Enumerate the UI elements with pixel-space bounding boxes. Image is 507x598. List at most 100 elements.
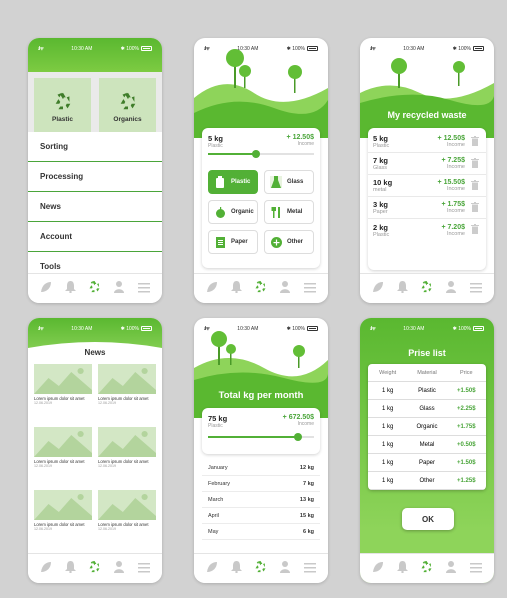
tab-bell[interactable] xyxy=(229,560,245,577)
amount-value: + 12.50$ xyxy=(437,135,465,142)
news-image-placeholder xyxy=(34,490,92,520)
menu-item-processing[interactable]: Processing xyxy=(28,162,162,192)
tab-recycle[interactable] xyxy=(419,280,435,297)
weight-slider[interactable] xyxy=(208,433,314,441)
price-cell: +1.75$ xyxy=(457,423,476,430)
delete-button[interactable] xyxy=(469,135,481,148)
news-date: 12.06.2019 xyxy=(98,464,116,469)
bell-icon xyxy=(397,280,409,298)
category-glass[interactable]: Glass xyxy=(264,170,314,194)
category-other[interactable]: Other xyxy=(264,230,314,254)
tab-menu[interactable] xyxy=(302,561,318,577)
amount-value: + 7.25$ xyxy=(441,157,465,164)
leaf-icon xyxy=(372,280,384,298)
tab-menu[interactable] xyxy=(468,561,484,577)
amount-row: 75 kg Plastic + 672.50$ Income xyxy=(202,408,320,429)
news-image-placeholder xyxy=(98,490,156,520)
status-time: 10:30 AM xyxy=(403,326,425,332)
ok-button[interactable]: OK xyxy=(402,508,454,530)
status-bar: .ıl ᯤ 10:30 AM ✱ 100% xyxy=(194,318,328,340)
kg-value: 13 kg xyxy=(299,496,314,503)
weight-slider[interactable] xyxy=(208,150,314,158)
user-icon xyxy=(446,560,457,578)
month-label: February xyxy=(208,480,231,487)
tab-leaf[interactable] xyxy=(38,281,54,297)
kg-value: 10 kg xyxy=(373,178,393,187)
category-organic[interactable]: Organic xyxy=(208,200,258,224)
category-paper[interactable]: Paper xyxy=(208,230,258,254)
tab-user[interactable] xyxy=(277,280,293,297)
list-item: 5 kg Plastic + 12.50$ Income xyxy=(368,131,486,153)
tab-bell[interactable] xyxy=(63,560,79,578)
tab-recycle[interactable] xyxy=(87,560,103,577)
tab-recycle[interactable] xyxy=(253,280,269,297)
delete-button[interactable] xyxy=(469,157,481,170)
paper-icon xyxy=(214,236,226,248)
column-header: Weight xyxy=(379,369,397,376)
weight-cell: 1 kg xyxy=(381,477,394,484)
price-list-screen: .ıl ᯤ 10:30 AM ✱ 100% Prise list Weight … xyxy=(360,318,494,583)
tab-recycle[interactable] xyxy=(253,560,269,577)
news-card[interactable]: Lorem ipsum dolor sit amet 12.06.2019 xyxy=(98,427,156,482)
news-card[interactable]: Lorem ipsum dolor sit amet 12.06.2019 xyxy=(98,490,156,545)
slider-handle[interactable] xyxy=(294,433,303,441)
slider-handle[interactable] xyxy=(251,150,260,158)
tab-bar xyxy=(194,273,328,303)
tab-user[interactable] xyxy=(277,560,293,577)
status-bar: .ıl ᯤ 10:30 AM ✱ 100% xyxy=(194,38,328,60)
tab-leaf[interactable] xyxy=(370,561,386,577)
delete-button[interactable] xyxy=(469,201,481,214)
signal-icon: .ıl ᯤ xyxy=(204,326,210,332)
kg-value: 3 kg xyxy=(373,200,389,209)
news-card[interactable]: Lorem ipsum dolor sit amet 12.06.2019 xyxy=(34,427,92,482)
tab-user[interactable] xyxy=(443,280,459,297)
tile-organics[interactable]: Organics xyxy=(99,78,156,134)
tab-bell[interactable] xyxy=(395,560,411,578)
bell-icon xyxy=(397,560,409,578)
category-plastic[interactable]: Plastic xyxy=(208,170,258,194)
kg-value: 7 kg xyxy=(302,480,314,487)
category-label: Metal xyxy=(287,209,303,215)
tab-bell[interactable] xyxy=(63,280,79,297)
tab-recycle[interactable] xyxy=(419,560,435,577)
tile-label: Plastic xyxy=(52,115,73,123)
menu-item-sorting[interactable]: Sorting xyxy=(28,132,162,162)
flask-icon xyxy=(270,176,282,188)
delete-button[interactable] xyxy=(469,179,481,192)
table-row: 1 kg Metal +0.50$ xyxy=(368,436,486,454)
tab-leaf[interactable] xyxy=(204,561,220,577)
tab-user[interactable] xyxy=(111,560,127,577)
tab-recycle[interactable] xyxy=(87,280,103,297)
category-metal[interactable]: Metal xyxy=(264,200,314,224)
trash-icon xyxy=(471,179,479,192)
tab-leaf[interactable] xyxy=(38,561,54,577)
cutlery-icon xyxy=(270,206,282,218)
tab-menu[interactable] xyxy=(468,281,484,297)
menu-item-news[interactable]: News xyxy=(28,192,162,222)
tab-leaf[interactable] xyxy=(370,281,386,297)
tab-user[interactable] xyxy=(443,560,459,578)
amount-label: Income xyxy=(446,186,465,192)
kg-value: 5 kg xyxy=(373,134,389,143)
news-image-placeholder xyxy=(34,427,92,457)
tab-user[interactable] xyxy=(111,280,127,297)
news-card[interactable]: Lorem ipsum dolor sit amet 12.06.2019 xyxy=(98,364,156,419)
status-bar: .ıl ᯤ 10:30 AM ✱ 100% xyxy=(360,318,494,340)
menu-item-account[interactable]: Account xyxy=(28,222,162,252)
delete-button[interactable] xyxy=(469,224,481,236)
news-card[interactable]: Lorem ipsum dolor sit amet 12.06.2019 xyxy=(34,490,92,545)
table-header: Weight Material Price xyxy=(368,364,486,382)
tab-leaf[interactable] xyxy=(204,281,220,297)
tab-menu[interactable] xyxy=(136,561,152,577)
category-label: Paper xyxy=(231,239,248,245)
news-card[interactable]: Lorem ipsum dolor sit amet 12.06.2019 xyxy=(34,364,92,419)
tab-bell[interactable] xyxy=(395,280,411,298)
tab-menu[interactable] xyxy=(302,281,318,297)
bell-icon xyxy=(65,560,77,578)
kg-value: 2 kg xyxy=(373,222,389,232)
list-item: May 6 kg xyxy=(202,524,320,540)
tab-menu[interactable] xyxy=(136,281,152,297)
tab-bell[interactable] xyxy=(229,280,245,297)
news-date: 12.06.2019 xyxy=(98,527,116,532)
tile-plastic[interactable]: Plastic xyxy=(34,78,91,134)
